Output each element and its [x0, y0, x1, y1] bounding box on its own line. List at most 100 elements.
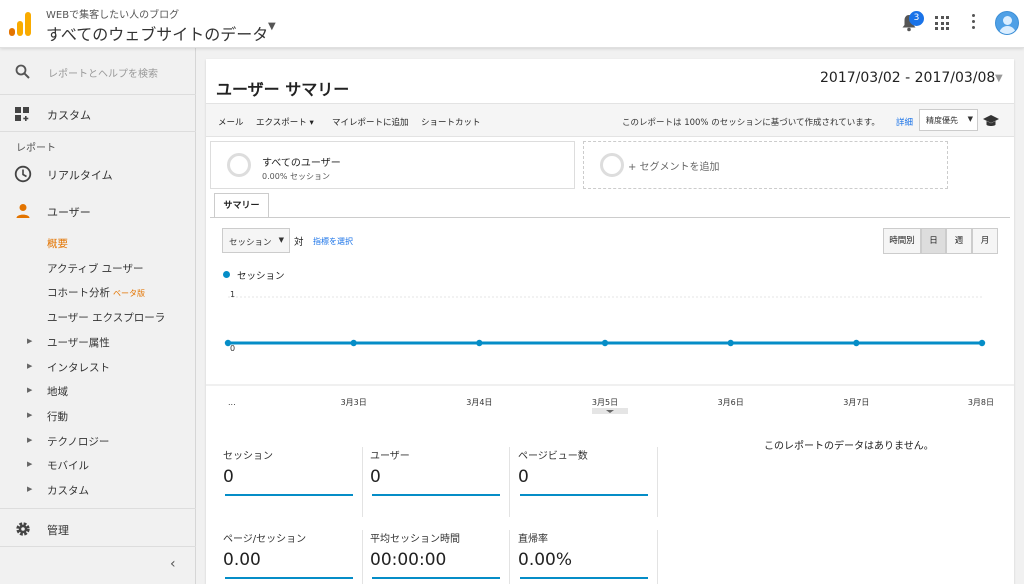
metric-select[interactable]: セッション ▼ — [222, 228, 290, 253]
kpi-label: ページビュー数 — [518, 451, 588, 462]
sidebar-subitem-custom[interactable]: カスタム — [47, 483, 89, 498]
tab-divider — [210, 217, 1010, 218]
kpi-avg-session-duration[interactable]: 平均セッション時間 00:00:00 — [370, 530, 510, 584]
kpi-value: 0 — [370, 467, 381, 487]
dashboard-icon — [15, 107, 29, 121]
granularity-day[interactable]: 日 — [921, 228, 946, 254]
sidebar-subitem-geo[interactable]: 地域 — [47, 384, 68, 399]
top-bar: WEBで集客したい人のブログ すべてのウェブサイトのデータ ▼ 3 — [0, 0, 1024, 48]
sidebar-item-custom[interactable]: カスタム — [0, 96, 196, 132]
details-link[interactable]: 詳細 — [896, 116, 913, 128]
no-data-message: このレポートのデータはありません。 — [764, 441, 934, 452]
caret-down-icon: ▼ — [967, 115, 973, 123]
sidebar-item-label: カスタム — [47, 109, 91, 122]
account-name[interactable]: WEBで集客したい人のブログ — [46, 6, 179, 21]
segment-all-users[interactable]: すべてのユーザー 0.00% セッション — [210, 141, 575, 189]
kpi-bounce-rate[interactable]: 直帰率 0.00% — [518, 530, 658, 584]
view-selector[interactable]: すべてのウェブサイトのデータ — [46, 21, 268, 45]
sampling-note: このレポートは 100% のセッションに基づいて作成されています。 — [622, 118, 880, 128]
kpi-value: 00:00:00 — [370, 550, 447, 570]
sidebar-item-admin[interactable]: 管理 — [0, 511, 196, 547]
triangle-right-icon: ▶ — [27, 411, 33, 419]
caret-down-icon[interactable]: ▼ — [268, 21, 276, 32]
sidebar: レポートとヘルプを検索 カスタム レポート リアルタイム ユーザー 概要 アクテ… — [0, 48, 196, 584]
kpi-sessions[interactable]: セッション 0 — [223, 447, 363, 517]
sidebar-item-label: ユーザー — [47, 206, 91, 219]
x-tick-label: 3月3日 — [341, 398, 367, 407]
export-button[interactable]: エクスポート ▾ — [256, 116, 314, 128]
more-vert-icon[interactable] — [969, 14, 977, 32]
kpi-users[interactable]: ユーザー 0 — [370, 447, 510, 517]
graduation-cap-icon[interactable] — [982, 114, 1000, 128]
kpi-sparkline — [372, 494, 500, 496]
sidebar-subitem-label: コホート分析 — [47, 287, 110, 299]
data-point — [476, 339, 483, 347]
metric-select-value: セッション — [229, 238, 272, 248]
sidebar-subitem-user-explorer[interactable]: ユーザー エクスプローラ — [47, 310, 165, 325]
search-input[interactable]: レポートとヘルプを検索 — [48, 65, 158, 80]
triangle-right-icon: ▶ — [27, 436, 33, 444]
sidebar-subitem-overview[interactable]: 概要 — [47, 236, 68, 251]
kpi-label: 直帰率 — [518, 534, 548, 545]
segment-title: すべてのユーザー — [262, 158, 341, 169]
sidebar-subitem-demographics[interactable]: ユーザー属性 — [47, 335, 110, 350]
kpi-label: セッション — [223, 451, 273, 462]
data-point — [978, 339, 986, 347]
precision-select[interactable]: 精度優先 ▼ — [919, 109, 978, 131]
notification-badge: 3 — [909, 11, 924, 26]
divider — [0, 508, 196, 509]
sidebar-subitem-interests[interactable]: インタレスト — [47, 360, 110, 375]
kpi-sparkline — [372, 577, 500, 579]
data-point — [853, 339, 860, 347]
sidebar-item-users[interactable]: ユーザー — [0, 193, 196, 229]
x-tick-label: 3月7日 — [843, 398, 869, 407]
divider — [0, 131, 196, 132]
y-tick-label: 1 — [230, 290, 235, 299]
granularity-hourly[interactable]: 時間別 — [883, 228, 921, 254]
x-tick-label: 3月4日 — [466, 398, 492, 407]
data-point — [727, 339, 734, 347]
sessions-line-chart: 1 0... 3月3日 3月4日 3月5日 3月6日 3月7日 3月8日 — [206, 290, 1014, 414]
analytics-logo-icon[interactable] — [9, 12, 31, 36]
search-icon — [15, 64, 30, 79]
sidebar-subitem-behavior[interactable]: 行動 — [47, 409, 68, 424]
segment-subtitle: 0.00% セッション — [262, 172, 330, 181]
kpi-value: 0 — [518, 467, 529, 487]
apps-grid-icon[interactable] — [935, 16, 949, 30]
triangle-right-icon: ▶ — [27, 337, 33, 345]
kpi-pageviews[interactable]: ページビュー数 0 — [518, 447, 658, 517]
caret-down-icon[interactable]: ▼ — [995, 73, 1003, 84]
triangle-right-icon: ▶ — [27, 460, 33, 468]
sidebar-subitem-technology[interactable]: テクノロジー — [47, 434, 109, 449]
sidebar-search[interactable]: レポートとヘルプを検索 — [0, 48, 196, 95]
kpi-pages-per-session[interactable]: ページ/セッション 0.00 — [223, 530, 363, 584]
shortcut-button[interactable]: ショートカット — [421, 116, 481, 128]
chevron-left-icon[interactable]: ‹ — [170, 556, 176, 572]
clock-icon — [14, 165, 32, 183]
x-tick-label: ... — [228, 398, 236, 407]
kpi-value: 0.00 — [223, 550, 261, 570]
avatar[interactable] — [995, 11, 1019, 35]
x-tick-label: 3月8日 — [968, 398, 994, 407]
sidebar-item-realtime[interactable]: リアルタイム — [0, 156, 196, 192]
add-to-dashboard-button[interactable]: マイレポートに追加 — [332, 116, 409, 128]
kpi-sparkline — [520, 494, 648, 496]
data-point — [350, 339, 357, 347]
sidebar-subitem-active-users[interactable]: アクティブ ユーザー — [47, 261, 143, 276]
sidebar-subitem-mobile[interactable]: モバイル — [47, 458, 89, 473]
granularity-week[interactable]: 週 — [946, 228, 972, 254]
triangle-right-icon: ▶ — [27, 362, 33, 370]
segment-ring-icon — [227, 153, 251, 177]
date-range-picker[interactable]: 2017/03/02 - 2017/03/08 — [820, 70, 995, 86]
granularity-month[interactable]: 月 — [972, 228, 998, 254]
sidebar-subitem-cohort[interactable]: コホート分析 ベータ版 — [47, 285, 145, 300]
select-metric-link[interactable]: 指標を選択 — [313, 236, 353, 247]
kpi-label: ユーザー — [370, 451, 410, 462]
tab-summary[interactable]: サマリー — [214, 193, 269, 218]
add-segment-button[interactable]: + セグメントを追加 — [583, 141, 948, 189]
segment-ring-icon — [600, 153, 624, 177]
email-button[interactable]: メール — [218, 116, 244, 128]
y-tick-label: 0 — [230, 344, 235, 353]
sidebar-item-label: 管理 — [47, 524, 69, 537]
kpi-sparkline — [520, 577, 648, 579]
